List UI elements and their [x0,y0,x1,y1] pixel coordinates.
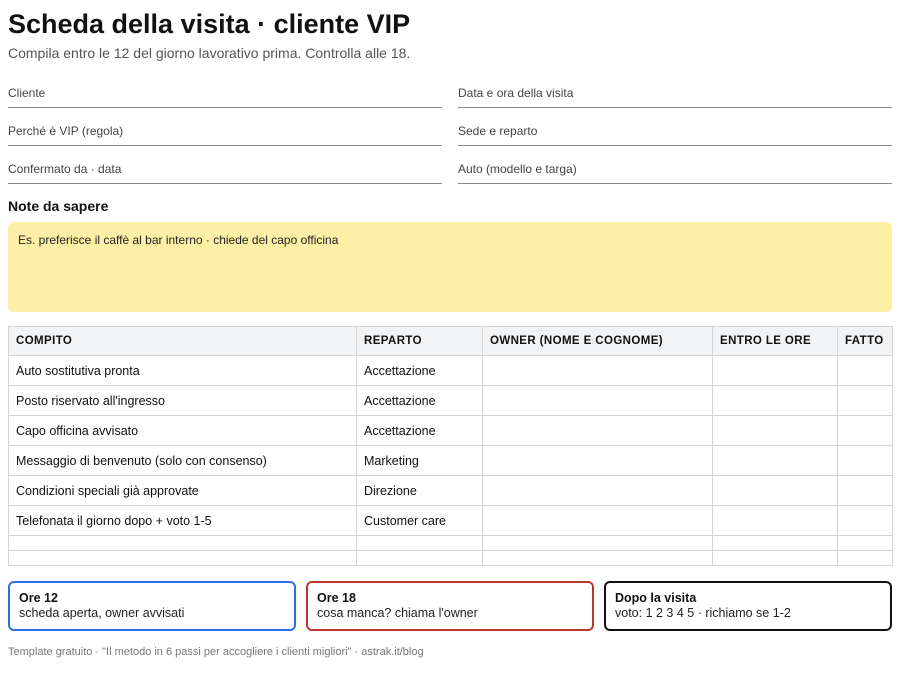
department-cell: Accettazione [356,415,483,446]
task-cell: Auto sostitutiva pronta [8,355,357,386]
header-owner: OWNER (NOME E COGNOME) [482,326,713,356]
notes-placeholder: Es. preferisce il caffè al bar interno ·… [18,233,339,247]
done-cell[interactable] [837,415,893,446]
empty-cell[interactable] [356,550,483,566]
card-noon-text: scheda aperta, owner avvisati [19,606,185,620]
department-cell: Accettazione [356,385,483,416]
deadline-cell[interactable] [712,415,838,446]
empty-cell[interactable] [8,535,357,551]
empty-cell[interactable] [837,535,893,551]
table-row: Posto riservato all'ingresso Accettazion… [8,385,893,416]
visit-datetime-field[interactable]: Data e ora della visita [458,80,892,108]
empty-cell[interactable] [356,535,483,551]
card-after-visit: Dopo la visita voto: 1 2 3 4 5 · richiam… [604,581,892,631]
info-fields: Cliente Data e ora della visita Perché è… [8,80,892,184]
owner-cell[interactable] [482,505,713,536]
empty-row [8,535,893,551]
task-cell: Posto riservato all'ingresso [8,385,357,416]
deadline-cell[interactable] [712,505,838,536]
task-cell: Capo officina avvisato [8,415,357,446]
department-cell: Marketing [356,445,483,476]
card-noon-title: Ore 12 [19,591,58,605]
vip-reason-field-label: Perché è VIP (regola) [8,124,124,138]
deadline-cell[interactable] [712,385,838,416]
empty-cell[interactable] [482,550,713,566]
location-department-field[interactable]: Sede e reparto [458,118,892,146]
department-cell: Direzione [356,475,483,506]
empty-cell[interactable] [482,535,713,551]
deadline-cell[interactable] [712,475,838,506]
empty-cell[interactable] [837,550,893,566]
car-field-label: Auto (modello e targa) [458,162,577,176]
owner-cell[interactable] [482,415,713,446]
checkpoint-cards: Ore 12 scheda aperta, owner avvisati Ore… [8,581,892,631]
done-cell[interactable] [837,445,893,476]
table-row: Auto sostitutiva pronta Accettazione [8,355,893,386]
page-title: Scheda della visita · cliente VIP [8,9,411,39]
task-table: COMPITO REPARTO OWNER (NOME E COGNOME) E… [8,326,893,566]
owner-cell[interactable] [482,475,713,506]
card-after-visit-text: voto: 1 2 3 4 5 · richiamo se 1-2 [615,606,791,620]
card-after-visit-title: Dopo la visita [615,591,697,605]
done-cell[interactable] [837,475,893,506]
visit-sheet: Scheda della visita · cliente VIP Compil… [8,0,893,658]
empty-row [8,550,893,566]
done-cell[interactable] [837,355,893,386]
notes-box[interactable]: Es. preferisce il caffè al bar interno ·… [8,222,892,312]
table-row: Telefonata il giorno dopo + voto 1-5 Cus… [8,505,893,536]
location-department-field-label: Sede e reparto [458,124,538,138]
deadline-cell[interactable] [712,355,838,386]
owner-cell[interactable] [482,385,713,416]
table-row: Condizioni speciali già approvate Direzi… [8,475,893,506]
client-field[interactable]: Cliente [8,80,442,108]
car-field[interactable]: Auto (modello e targa) [458,156,892,184]
empty-cell[interactable] [712,550,838,566]
footer-note: Template gratuito · "Il metodo in 6 pass… [8,646,424,658]
card-evening: Ore 18 cosa manca? chiama l'owner [306,581,594,631]
department-cell: Accettazione [356,355,483,386]
card-evening-title: Ore 18 [317,591,356,605]
table-row: Capo officina avvisato Accettazione [8,415,893,446]
deadline-cell[interactable] [712,445,838,476]
task-cell: Telefonata il giorno dopo + voto 1-5 [8,505,357,536]
notes-title: Note da sapere [8,198,109,214]
header-task: COMPITO [8,326,357,356]
task-cell: Messaggio di benvenuto (solo con consens… [8,445,357,476]
vip-reason-field[interactable]: Perché è VIP (regola) [8,118,442,146]
card-noon: Ore 12 scheda aperta, owner avvisati [8,581,296,631]
done-cell[interactable] [837,505,893,536]
department-cell: Customer care [356,505,483,536]
task-cell: Condizioni speciali già approvate [8,475,357,506]
client-field-label: Cliente [8,86,46,100]
done-cell[interactable] [837,385,893,416]
table-row: Messaggio di benvenuto (solo con consens… [8,445,893,476]
owner-cell[interactable] [482,355,713,386]
owner-cell[interactable] [482,445,713,476]
header-deadline: ENTRO LE ORE [712,326,838,356]
header-done: FATTO [837,326,893,356]
confirmed-by-field[interactable]: Confermato da · data [8,156,442,184]
empty-cell[interactable] [8,550,357,566]
confirmed-by-field-label: Confermato da · data [8,162,122,176]
visit-datetime-field-label: Data e ora della visita [458,86,574,100]
table-header-row: COMPITO REPARTO OWNER (NOME E COGNOME) E… [8,326,893,356]
empty-cell[interactable] [712,535,838,551]
header-department: REPARTO [356,326,483,356]
card-evening-text: cosa manca? chiama l'owner [317,606,478,620]
page-subtitle: Compila entro le 12 del giorno lavorativ… [8,45,411,61]
